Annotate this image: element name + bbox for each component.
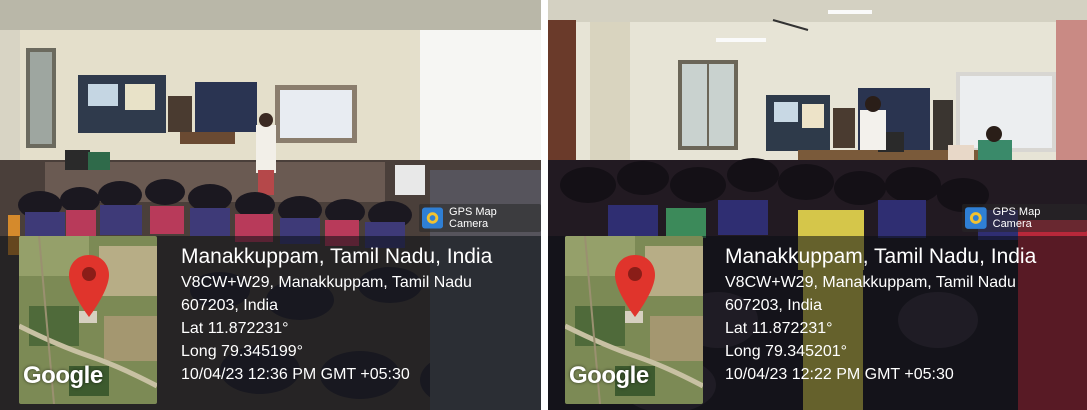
address-line-2: 607203, India: [725, 297, 822, 314]
longitude: Long 79.345201°: [725, 343, 848, 360]
datetime: 10/04/23 12:22 PM GMT +05:30: [725, 366, 954, 383]
location-info: Manakkuppam, Tamil Nadu, India V8CW+W29,…: [181, 243, 492, 386]
gps-map-camera-icon: [965, 207, 987, 229]
gps-camera-badge: GPS Map Camera: [962, 204, 1087, 232]
google-logo: Google: [23, 362, 103, 389]
location-pin-icon: [615, 255, 655, 317]
address-line-2: 607203, India: [181, 297, 278, 314]
latitude: Lat 11.872231°: [181, 320, 289, 337]
latitude: Lat 11.872231°: [725, 320, 833, 337]
badge-label: GPS Map Camera: [449, 206, 497, 230]
location-title: Manakkuppam, Tamil Nadu, India: [181, 245, 493, 268]
photo-right: Google GPS Map Camera Manakkuppam, Tamil…: [548, 0, 1087, 410]
google-logo: Google: [569, 362, 649, 389]
minimap: Google: [19, 236, 157, 404]
address-line-1: V8CW+W29, Manakkuppam, Tamil Nadu: [181, 274, 472, 291]
location-info: Manakkuppam, Tamil Nadu, India V8CW+W29,…: [725, 243, 1036, 386]
gps-camera-badge: GPS Map Camera: [419, 204, 541, 232]
datetime: 10/04/23 12:36 PM GMT +05:30: [181, 366, 410, 383]
location-title: Manakkuppam, Tamil Nadu, India: [725, 245, 1037, 268]
longitude: Long 79.345199°: [181, 343, 304, 360]
photo-left: Google GPS Map Camera Manakkuppam, Tamil…: [0, 0, 541, 410]
badge-label: GPS Map Camera: [992, 206, 1041, 230]
address-line-1: V8CW+W29, Manakkuppam, Tamil Nadu: [725, 274, 1016, 291]
gps-map-camera-icon: [422, 207, 444, 229]
location-pin-icon: [69, 255, 109, 317]
minimap: Google: [565, 236, 703, 404]
